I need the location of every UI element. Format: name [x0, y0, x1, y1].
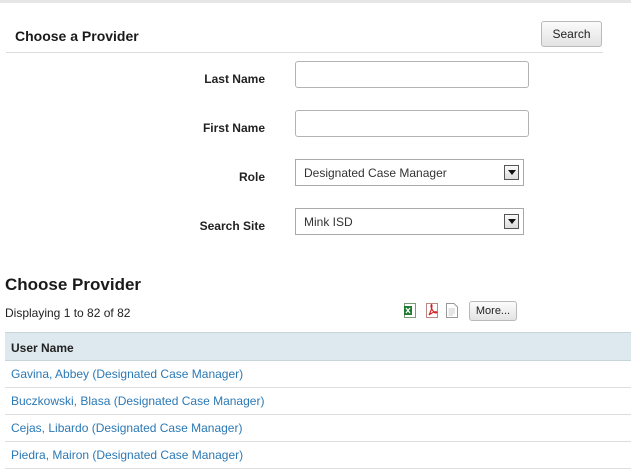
search-site-select[interactable]: Mink ISD	[295, 208, 524, 235]
more-button[interactable]: More...	[469, 301, 517, 321]
first-name-input[interactable]	[295, 110, 529, 137]
table-row: Buczkowski, Blasa (Designated Case Manag…	[5, 388, 631, 415]
display-count: Displaying 1 to 82 of 82	[5, 306, 131, 320]
chevron-down-icon[interactable]	[504, 165, 519, 180]
provider-link[interactable]: Gavina, Abbey (Designated Case Manager)	[11, 367, 243, 381]
column-header-user-name[interactable]: User Name	[5, 333, 631, 361]
role-select[interactable]: Designated Case Manager	[295, 159, 524, 186]
search-button[interactable]: Search	[541, 21, 602, 47]
document-icon[interactable]	[446, 303, 458, 318]
role-select-value: Designated Case Manager	[304, 166, 447, 180]
search-site-label: Search Site	[199, 219, 265, 233]
first-name-label: First Name	[202, 121, 265, 135]
last-name-input[interactable]	[295, 61, 529, 88]
results-title: Choose Provider	[5, 275, 142, 294]
provider-link[interactable]: Buczkowski, Blasa (Designated Case Manag…	[11, 394, 264, 408]
provider-link[interactable]: Cejas, Libardo (Designated Case Manager)	[11, 421, 242, 435]
provider-link[interactable]: Piedra, Mairon (Designated Case Manager)	[11, 448, 243, 462]
chevron-down-icon[interactable]	[504, 214, 519, 229]
last-name-label: Last Name	[204, 72, 265, 86]
table-row: Piedra, Mairon (Designated Case Manager)	[5, 442, 631, 469]
table-row: Cejas, Libardo (Designated Case Manager)	[5, 415, 631, 442]
table-row: Gavina, Abbey (Designated Case Manager)	[5, 361, 631, 388]
providers-table: User Name Gavina, Abbey (Designated Case…	[5, 332, 631, 469]
search-site-select-value: Mink ISD	[304, 215, 353, 229]
pdf-icon[interactable]	[426, 303, 438, 318]
top-border	[0, 0, 631, 3]
excel-icon[interactable]	[404, 303, 416, 318]
role-label: Role	[238, 170, 265, 184]
provider-panel-header: Choose a Provider Search	[6, 18, 603, 53]
panel-title: Choose a Provider	[15, 28, 139, 44]
